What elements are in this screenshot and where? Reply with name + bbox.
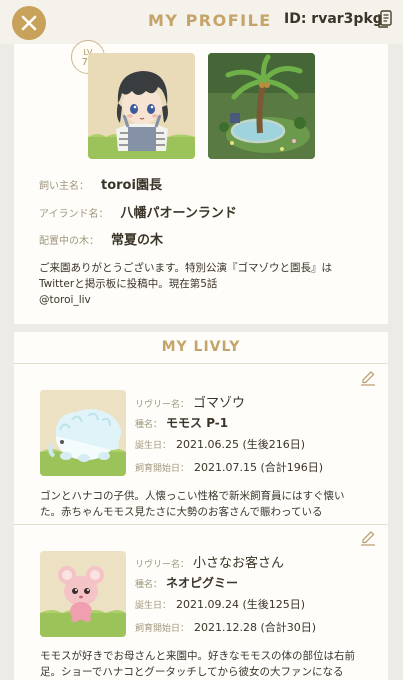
tree-name: 常夏の木 <box>111 233 164 248</box>
livly-birthday-row: 誕生日： 2021.06.25 (生後216日) <box>135 436 305 452</box>
tree-row: 配置中の木： 常夏の木 <box>39 229 163 248</box>
description-line: 足。ショーでハナコとグータッチしてから彼女の大ファンになる <box>40 666 344 678</box>
document-icon[interactable] <box>378 10 392 28</box>
livly-description: ゴンとハナコの子供。人懐っこい性格で新米飼育員にはすぐ懐い た。赤ちゃんモモス見… <box>40 488 380 520</box>
livly-start-label: 飼育開始日： <box>135 624 190 634</box>
edit-pencil-icon[interactable] <box>360 530 376 546</box>
description-line: ゴンとハナコの子供。人懐っこい性格で新米飼育員にはすぐ懐い <box>40 490 345 502</box>
livly-description: モモスが好きでお母さんと来園中。好きなモモスの体の部位は右前 足。ショーでハナコ… <box>40 648 380 680</box>
page-title: MY PROFILE <box>148 11 272 30</box>
livly-birthday: 2021.06.25 (生後216日) <box>176 438 306 451</box>
island-label: アイランド名： <box>39 209 109 220</box>
livly-birthday: 2021.09.24 (生後125日) <box>176 598 306 611</box>
avatar-character-image <box>88 53 195 159</box>
livly-start-label: 飼育開始日： <box>135 464 190 474</box>
livly-species-label: 種名： <box>135 580 163 590</box>
island-row: アイランド名： 八幡パオーンランド <box>39 202 237 221</box>
tree-image[interactable] <box>208 53 315 159</box>
section-title: MY LIVLY <box>161 339 241 355</box>
livly-name-label: リヴリー名： <box>135 560 190 570</box>
livly-image-chiisana-okyakusan[interactable] <box>40 551 126 637</box>
owner-label: 飼い主名： <box>39 181 89 192</box>
profile-card: LV 71 <box>14 40 388 324</box>
livly-species: モモス P-1 <box>166 416 229 430</box>
livly-start-row: 飼育開始日： 2021.12.28 (合計30日) <box>135 619 316 635</box>
livly-species-row: 種名： ネオピグミー <box>135 574 238 591</box>
close-button[interactable] <box>12 6 46 40</box>
divider <box>14 363 388 364</box>
profile-bio: ご来園ありがとうございます。特別公演『ゴマゾウと園長』は Twitterと掲示板… <box>39 260 379 308</box>
livly-image-gomazou[interactable] <box>40 390 126 476</box>
header-bar: MY PROFILE ID: rvar3pkg <box>0 0 403 44</box>
edit-pencil-icon[interactable] <box>360 370 376 386</box>
bio-line: Twitterと掲示板に投稿中。現在第5話 <box>39 278 218 290</box>
owner-row: 飼い主名： toroi園長 <box>39 174 162 193</box>
neo-pygmy-image <box>40 551 126 637</box>
owner-name: toroi園長 <box>101 178 162 193</box>
user-id[interactable]: ID: rvar3pkg <box>284 11 383 27</box>
livly-name-row: リヴリー名： ゴマゾウ <box>135 392 245 411</box>
livly-name-row: リヴリー名： 小さなお客さん <box>135 552 284 571</box>
livly-birthday-label: 誕生日： <box>135 601 172 611</box>
livly-section: MY LIVLY リヴリー名： ゴマゾウ 種名： モモス P-1 誕生日： 20… <box>14 332 388 680</box>
tree-label: 配置中の木： <box>39 236 99 247</box>
close-icon <box>21 15 37 31</box>
livly-birthday-row: 誕生日： 2021.09.24 (生後125日) <box>135 596 305 612</box>
divider <box>14 524 388 525</box>
avatar[interactable] <box>88 53 195 159</box>
palm-tree-scene-image <box>208 53 315 159</box>
livly-name: 小さなお客さん <box>193 556 285 571</box>
livly-species: ネオピグミー <box>166 576 239 590</box>
livly-species-row: 種名： モモス P-1 <box>135 414 228 431</box>
bio-line: ご来園ありがとうございます。特別公演『ゴマゾウと園長』は <box>39 262 332 274</box>
livly-start-date: 2021.07.15 (合計196日) <box>194 461 324 474</box>
description-line: モモスが好きでお母さんと来園中。好きなモモスの体の部位は右前 <box>40 650 355 662</box>
livly-start-date: 2021.12.28 (合計30日) <box>194 621 317 634</box>
livly-name: ゴマゾウ <box>193 396 246 411</box>
livly-name-label: リヴリー名： <box>135 400 190 410</box>
white-momos-image <box>40 390 126 476</box>
description-line: た。赤ちゃんモモス見たさに大勢のお客さんで賑わっている <box>40 506 323 518</box>
livly-species-label: 種名： <box>135 420 163 430</box>
livly-birthday-label: 誕生日： <box>135 441 172 451</box>
livly-start-row: 飼育開始日： 2021.07.15 (合計196日) <box>135 459 323 475</box>
bio-line[interactable]: @toroi_liv <box>39 292 379 308</box>
island-name: 八幡パオーンランド <box>120 206 237 221</box>
